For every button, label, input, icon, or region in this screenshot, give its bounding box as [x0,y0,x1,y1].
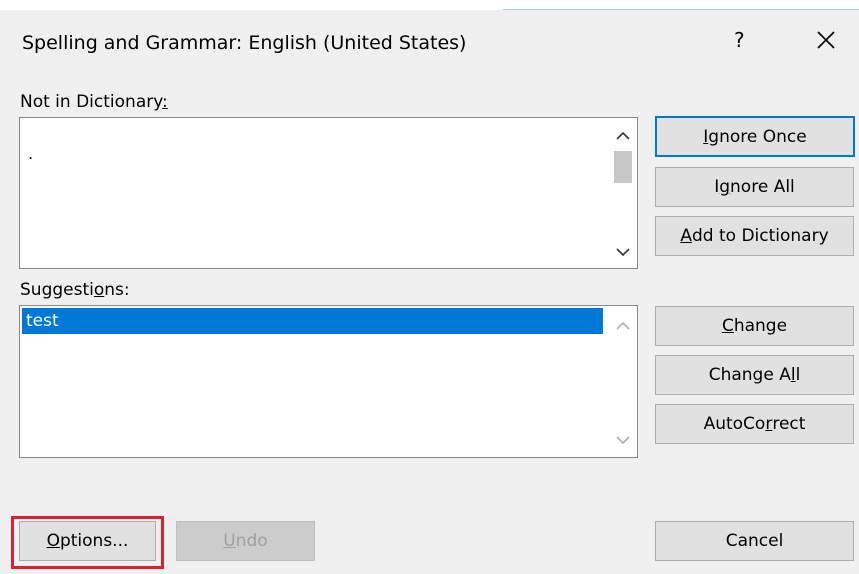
undo-button: Undo [176,521,315,561]
scroll-thumb[interactable] [614,151,632,183]
cancel-button[interactable]: Cancel [655,521,854,561]
change-all-button[interactable]: Change All [655,355,854,395]
add-to-dictionary-button[interactable]: Add to Dictionary [655,216,854,256]
not-in-dictionary-textbox[interactable]: . [19,117,638,269]
ignore-once-button[interactable]: Ignore Once [655,116,855,157]
window-top-edge [0,0,859,10]
suggestions-label: Suggestions: [20,280,130,300]
chevron-up-icon [616,131,630,140]
chevron-down-icon [616,436,630,445]
scroll-down-button[interactable] [609,240,637,264]
scroll-up-button[interactable] [609,314,637,338]
not-in-dictionary-scrollbar[interactable] [609,118,637,268]
top-edge-line [503,9,859,10]
options-button[interactable]: Options... [19,521,156,561]
ignore-all-button[interactable]: Ig nore All [655,167,854,207]
not-in-dictionary-label: Not in Dictionary: [20,92,168,112]
autocorrect-button[interactable]: AutoCo r rect [655,404,854,444]
dialog-title: Spelling and Grammar: English (United St… [22,32,467,54]
suggestions-listbox[interactable]: test [19,305,638,458]
close-icon [817,31,835,49]
suggestion-item[interactable]: test [22,308,603,334]
scroll-down-button[interactable] [609,428,637,452]
suggestions-scrollbar[interactable] [609,306,637,457]
not-in-dictionary-text[interactable]: . [28,144,33,163]
scroll-up-button[interactable] [609,124,637,148]
chevron-down-icon [616,248,630,257]
close-button[interactable] [815,29,837,51]
chevron-up-icon [616,321,630,330]
help-button[interactable]: ? [734,28,745,52]
change-button[interactable]: Change [655,306,854,346]
